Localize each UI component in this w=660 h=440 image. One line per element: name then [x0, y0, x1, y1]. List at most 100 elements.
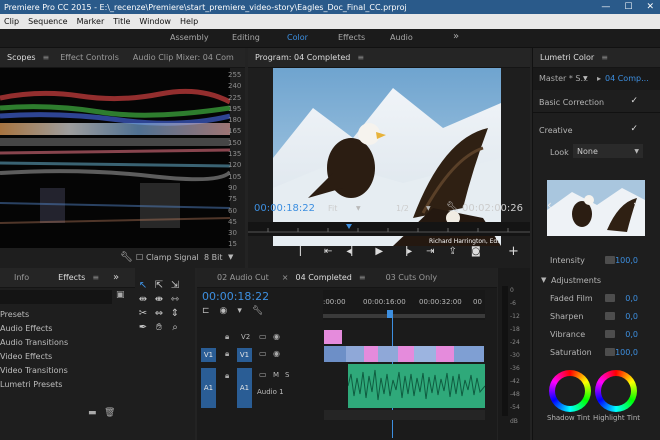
tab-04-completed[interactable]: 04 Completed [289, 268, 359, 287]
timeline-timecode[interactable]: 00:00:18:22 [202, 290, 269, 303]
basic-correction-checkbox[interactable]: ✓ [630, 96, 638, 106]
adjustments-label[interactable]: Adjustments [551, 276, 601, 285]
audio-clip[interactable] [347, 364, 486, 408]
workspace-more-button[interactable]: » [453, 31, 459, 42]
minimize-button[interactable]: — [601, 2, 610, 12]
panel-menu-icon[interactable]: ≡ [357, 53, 364, 62]
slip-tool-icon[interactable]: ⇔ [153, 308, 165, 319]
new-bin-icon[interactable]: ▣ [116, 290, 125, 300]
chevron-down-icon[interactable]: ▼ [426, 205, 431, 212]
timeline-scrollbar[interactable] [324, 410, 485, 420]
list-item[interactable]: Presets [0, 310, 29, 319]
clamp-checkbox[interactable]: ☐ [136, 253, 143, 262]
track-v1-button[interactable]: V1 [237, 348, 252, 362]
panel-menu-icon[interactable]: ≡ [92, 273, 99, 282]
lumetri-title[interactable]: Lumetri Color [533, 48, 601, 67]
trash-icon[interactable]: 🗑︎ [104, 408, 115, 418]
track-select-backward-icon[interactable]: ⇲ [169, 280, 181, 291]
menu-help[interactable]: Help [180, 17, 198, 26]
vibrance-slider[interactable] [605, 330, 615, 338]
video-clip[interactable] [436, 346, 454, 362]
play-icon[interactable]: ▶ [375, 246, 383, 257]
ripple-edit-tool-icon[interactable]: ⇹ [137, 294, 149, 305]
eye-icon[interactable]: ◉ [273, 332, 280, 341]
intensity-slider[interactable] [605, 256, 615, 264]
menu-sequence[interactable]: Sequence [28, 17, 67, 26]
source-v1-button[interactable]: V1 [201, 348, 216, 362]
panel-menu-icon[interactable]: ≡ [601, 53, 608, 62]
sequence-clip-select[interactable]: 04 Comp... [605, 74, 649, 83]
menu-title[interactable]: Title [113, 17, 130, 26]
next-look-icon[interactable]: › [633, 198, 638, 212]
slide-tool-icon[interactable]: ⇕ [169, 308, 181, 319]
rolling-edit-tool-icon[interactable]: ⇼ [153, 294, 165, 305]
list-item[interactable]: Lumetri Presets [0, 380, 62, 389]
mute-button[interactable]: M [273, 371, 279, 379]
program-monitor-title[interactable]: Program: 04 Completed [248, 48, 357, 67]
razor-tool-icon[interactable]: ✂ [137, 308, 149, 319]
highlight-tint-wheel[interactable] [595, 370, 637, 412]
toggle-sync-icon[interactable]: ▭ [259, 349, 267, 358]
lock-icon[interactable]: 🔒︎ [225, 371, 229, 381]
video-clip[interactable] [364, 346, 378, 362]
master-clip-select[interactable]: Master * S... [539, 74, 588, 83]
list-item[interactable]: Video Effects [0, 352, 52, 361]
add-marker-icon[interactable]: ▾ [237, 306, 242, 316]
video-clip[interactable] [414, 346, 436, 362]
saturation-value[interactable]: 100,0 [615, 348, 638, 357]
track-v2-label[interactable]: V2 [241, 333, 250, 341]
track-select-tool-icon[interactable]: ⇱ [153, 280, 165, 291]
export-frame-icon[interactable]: ◙ [471, 246, 481, 257]
maximize-button[interactable]: ☐ [624, 2, 632, 12]
workspace-audio[interactable]: Audio [390, 33, 413, 42]
previous-look-icon[interactable]: ‹ [547, 198, 552, 212]
saturation-slider[interactable] [605, 348, 615, 356]
pen-tool-icon[interactable]: ✒ [137, 322, 149, 333]
workspace-effects[interactable]: Effects [338, 33, 365, 42]
list-item[interactable]: Audio Effects [0, 324, 52, 333]
add-button-icon[interactable]: + [508, 244, 519, 259]
go-to-out-icon[interactable]: ⇥ [426, 246, 434, 257]
panel-menu-icon[interactable]: ≡ [359, 273, 366, 282]
work-area-bar[interactable] [323, 314, 485, 318]
video-clip[interactable] [324, 330, 342, 344]
vibrance-value[interactable]: 0,0 [625, 330, 638, 339]
tab-info[interactable]: Info [0, 268, 36, 287]
chevron-down-icon[interactable]: ▼ [583, 75, 588, 82]
effects-search-input[interactable] [0, 290, 112, 304]
snap-icon[interactable]: ⊏ [202, 306, 210, 316]
zoom-tool-icon[interactable]: ⌕ [169, 322, 181, 333]
panel-more-button[interactable]: » [99, 272, 119, 283]
tab-scopes[interactable]: Scopes [0, 48, 43, 67]
close-button[interactable]: ✕ [646, 2, 654, 12]
step-forward-icon[interactable]: ⎹▸ [397, 246, 412, 257]
tab-03-cuts-only[interactable]: 03 Cuts Only [366, 268, 445, 287]
tab-audio-clip-mixer[interactable]: Audio Clip Mixer: 04 Com [126, 48, 241, 67]
resolution-select[interactable]: 1/2 [396, 204, 409, 213]
panel-more-button[interactable]: » [444, 272, 497, 283]
track-a1-button[interactable]: A1 [237, 368, 252, 408]
timeline-ruler[interactable]: :00:00 00:00:16:00 00:00:32:00 00 [323, 290, 485, 320]
video-clip[interactable] [346, 346, 364, 362]
lock-icon[interactable]: 🔒︎ [225, 332, 229, 342]
video-clip[interactable] [454, 346, 484, 362]
menu-clip[interactable]: Clip [4, 17, 19, 26]
workspace-assembly[interactable]: Assembly [170, 33, 209, 42]
go-to-in-icon[interactable]: ⇤ [324, 246, 332, 257]
eye-icon[interactable]: ◉ [273, 349, 280, 358]
solo-button[interactable]: S [285, 371, 289, 379]
faded-film-slider[interactable] [605, 294, 615, 302]
chevron-down-icon[interactable]: ▼ [356, 205, 361, 212]
hand-tool-icon[interactable]: ✋︎ [153, 322, 165, 333]
sharpen-value[interactable]: 0,0 [625, 312, 638, 321]
look-dropdown[interactable]: None ▼ [573, 144, 643, 158]
selection-tool-icon[interactable]: ↖ [137, 280, 149, 291]
basic-correction-label[interactable]: Basic Correction [539, 98, 604, 107]
wrench-icon[interactable]: 🔧︎ [446, 202, 459, 213]
tab-effect-controls[interactable]: Effect Controls [53, 48, 126, 67]
workspace-editing[interactable]: Editing [232, 33, 260, 42]
shadow-tint-wheel[interactable] [549, 370, 591, 412]
linked-selection-icon[interactable]: ◉ [220, 306, 228, 316]
wrench-icon[interactable]: 🔧︎ [252, 306, 263, 316]
source-a1-button[interactable]: A1 [201, 368, 216, 408]
